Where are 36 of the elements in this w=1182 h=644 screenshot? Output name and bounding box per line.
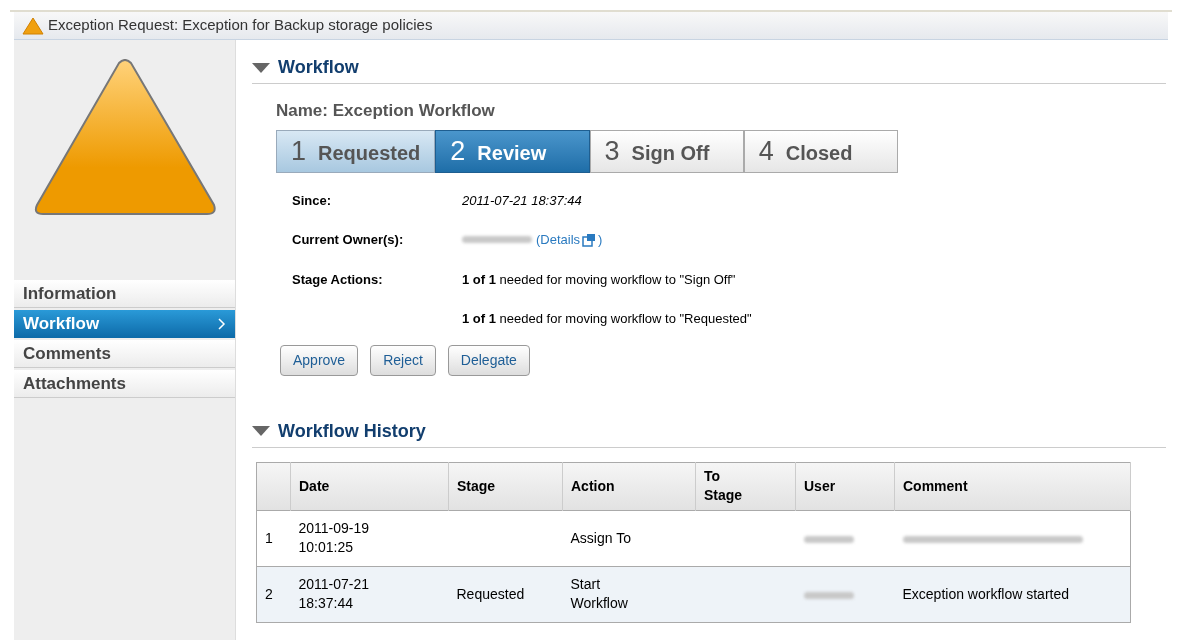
table-cell-text: 1 xyxy=(265,528,274,548)
external-window-icon xyxy=(582,232,597,247)
action-button[interactable]: Approve xyxy=(280,344,359,376)
workflow-name: Name: Exception Workflow xyxy=(276,100,496,122)
collapse-arrow-icon[interactable] xyxy=(252,62,270,73)
table-cell-text: Assign To xyxy=(570,528,632,548)
field-label: Current Owner(s): xyxy=(292,231,405,249)
field-value: 2011-07-21 18:37:44 xyxy=(462,191,583,210)
chevron-icon xyxy=(218,318,226,330)
stage-action-text: 1 of 1 needed for moving workflow to "Sign Off" xyxy=(462,270,737,289)
action-button[interactable]: Reject xyxy=(370,344,436,376)
details-link[interactable]: (Details ) xyxy=(536,230,603,250)
section-heading: Workflow History xyxy=(278,419,426,443)
section-heading: Workflow xyxy=(278,56,359,79)
action-button[interactable]: Delegate xyxy=(447,344,530,376)
table-cell-text: Start Workflow xyxy=(570,575,629,613)
sidebar-item[interactable]: Workflow xyxy=(14,310,235,338)
collapse-arrow-icon[interactable] xyxy=(252,426,270,436)
sidebar-item[interactable]: Information xyxy=(14,280,235,308)
stage-action-text: 1 of 1 needed for moving workflow to "Requested" xyxy=(462,310,753,328)
workflow-step: 4 Closed xyxy=(743,129,898,173)
sidebar-item[interactable]: Attachments xyxy=(14,370,235,398)
table-cell-text: 2 xyxy=(265,584,274,604)
field-label: Since: xyxy=(292,191,332,210)
workflow-step: 1 Requested xyxy=(276,129,436,173)
sidebar-item[interactable]: Comments xyxy=(14,340,235,368)
warning-triangle-icon xyxy=(32,59,217,217)
table-cell-text: 2011-07-21 18:37:44 xyxy=(298,575,371,613)
window-title: Exception Request: Exception for Backup storage policies xyxy=(48,15,433,36)
table-cell-text: Requested xyxy=(456,584,526,604)
workflow-step: 2 Review xyxy=(435,129,590,173)
workflow-step: 3 Sign Off xyxy=(589,129,744,173)
table-cell-text: Exception workflow started xyxy=(902,584,1071,604)
table-cell-text: 2011-09-19 10:01:25 xyxy=(298,519,371,557)
field-label: Stage Actions: xyxy=(292,270,384,289)
warning-triangle-icon xyxy=(22,16,44,35)
